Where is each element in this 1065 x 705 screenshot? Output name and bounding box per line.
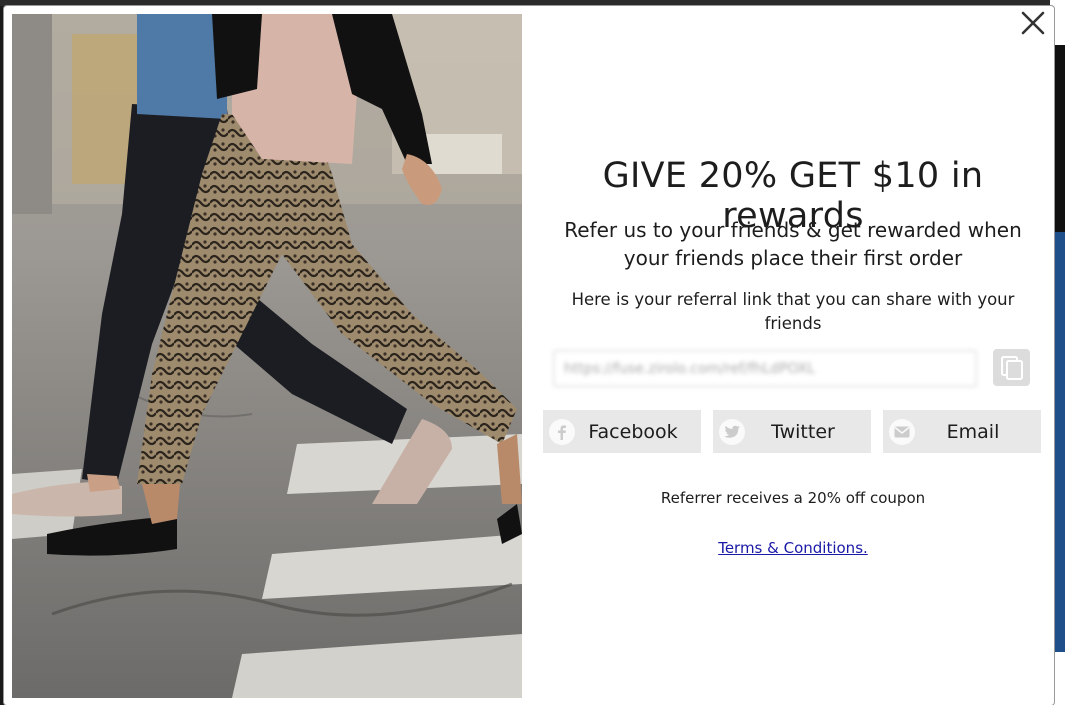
email-icon [889, 418, 915, 445]
terms-paragraph: Terms & Conditions. [532, 539, 1054, 557]
coupon-info: Referrer receives a 20% off coupon [660, 489, 926, 507]
twitter-icon [719, 418, 745, 445]
referral-content: GIVE 20% GET $10 in rewards Refer us to … [532, 6, 1054, 705]
twitter-label: Twitter [771, 420, 835, 443]
twitter-share-button[interactable]: Twitter [713, 410, 871, 453]
hero-photo [12, 14, 522, 698]
facebook-share-button[interactable]: Facebook [543, 410, 701, 453]
facebook-icon [549, 418, 575, 445]
terms-link[interactable]: Terms & Conditions. [718, 539, 868, 557]
share-buttons: Facebook Twitter Email [543, 410, 1043, 453]
copy-icon [1000, 355, 1023, 380]
email-share-button[interactable]: Email [883, 410, 1041, 453]
referral-modal: GIVE 20% GET $10 in rewards Refer us to … [4, 6, 1054, 705]
share-instructions: Here is your referral link that you can … [571, 290, 1015, 333]
email-label: Email [946, 420, 1000, 443]
facebook-label: Facebook [588, 420, 678, 443]
copy-link-button[interactable] [993, 349, 1030, 386]
modal-subtitle: Refer us to your friends & get rewarded … [564, 218, 1022, 270]
referral-link-input[interactable] [553, 350, 977, 387]
